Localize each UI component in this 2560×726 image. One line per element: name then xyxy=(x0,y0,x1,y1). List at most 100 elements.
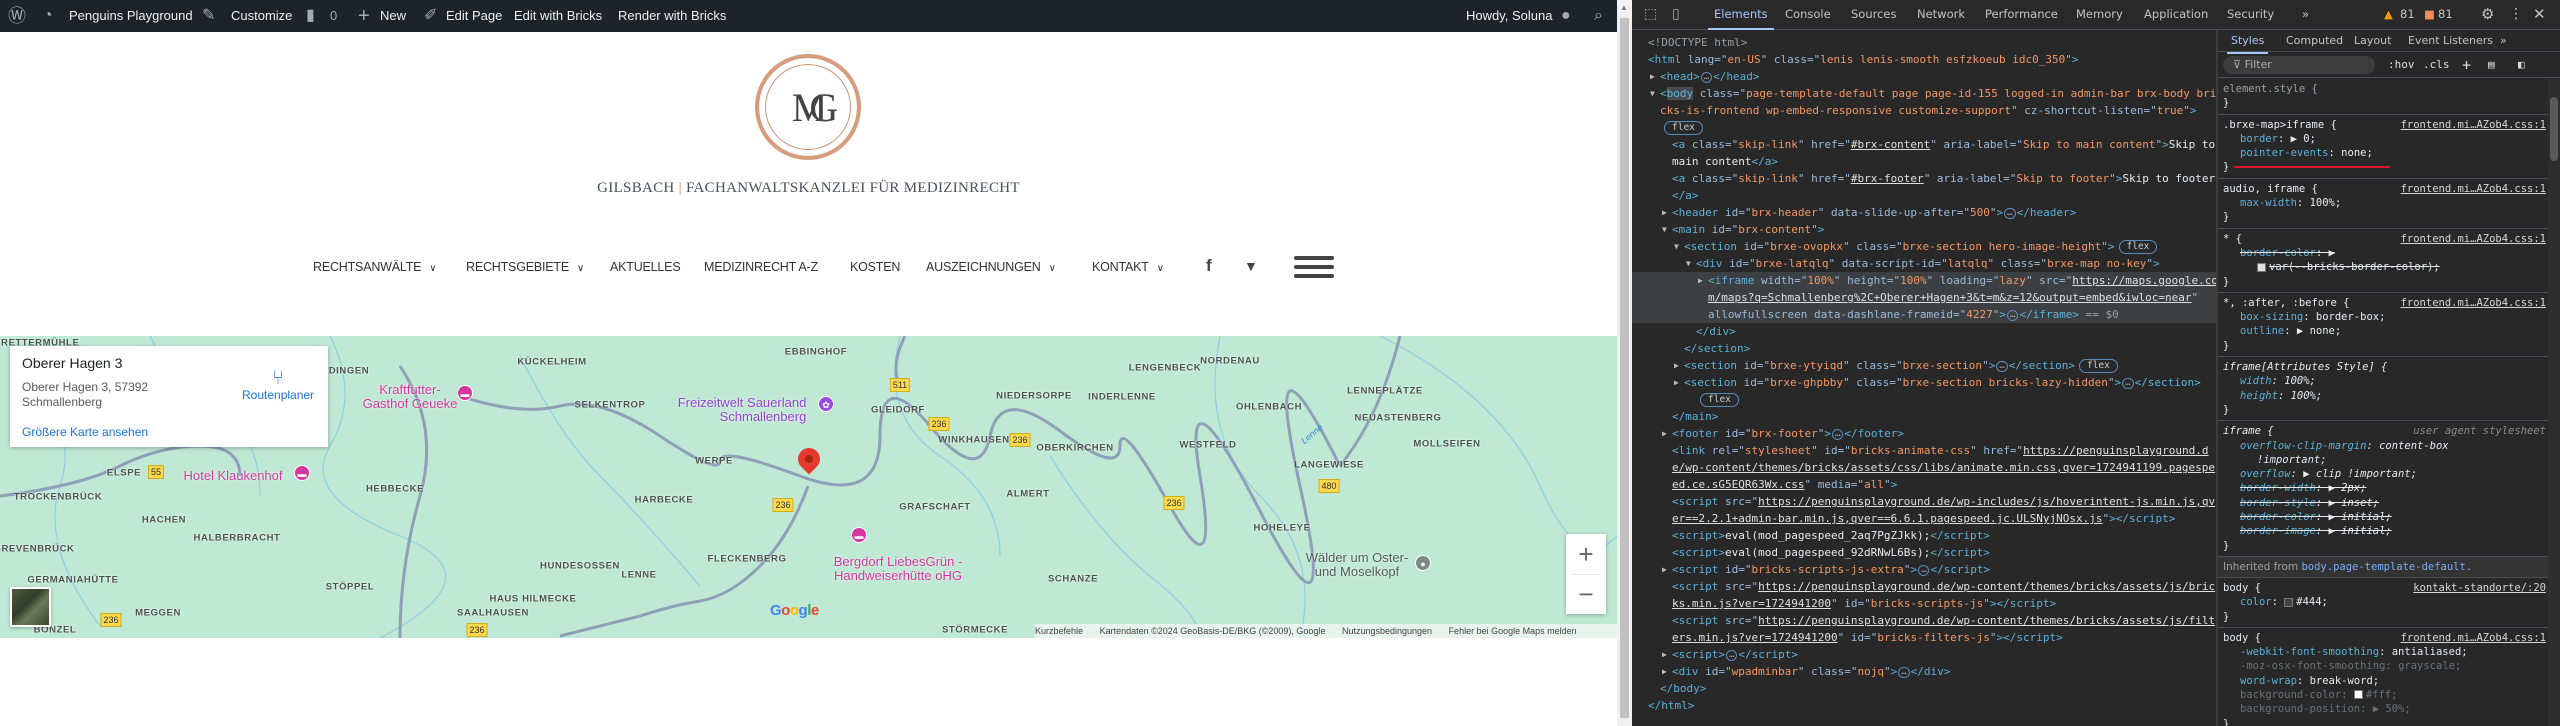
admin-render-with-bricks[interactable]: Render with Bricks xyxy=(618,0,726,32)
rule-source-link[interactable]: frontend.mi…AZob4.css:1 xyxy=(2401,232,2546,246)
dom-node-line[interactable]: allowfullscreen data-dashlane-frameid="4… xyxy=(1632,306,2216,323)
hamburger-menu-button[interactable] xyxy=(1294,256,1334,278)
resource-link[interactable]: ed.ce.sG5EQR63Wx.css xyxy=(1672,478,1804,491)
styles-filter-input[interactable]: ⊽ Filter xyxy=(2223,56,2375,74)
map-poi-label[interactable]: Hotel Klaukenhof xyxy=(183,469,282,483)
tab-sources[interactable]: Sources xyxy=(1851,0,1897,30)
new-style-rule-icon[interactable]: + xyxy=(2462,56,2471,74)
hotel-pin-icon[interactable]: ▬ xyxy=(457,385,473,401)
map-poi-label[interactable]: Bergdorf LiebesGrün - Handweiserhütte oH… xyxy=(834,555,963,583)
dom-node-line[interactable]: ▶ <div id="wpadminbar" class="nojq">… </di… xyxy=(1632,663,2216,680)
css-declaration[interactable]: height: 100%; xyxy=(2223,389,2548,403)
css-value[interactable]: none; xyxy=(2341,147,2373,159)
resource-link[interactable]: https://maps.google.co xyxy=(2072,274,2216,287)
warning-count[interactable]: 81 xyxy=(2400,0,2415,30)
nav-item-rechtsanwaelte[interactable]: RECHTSANWÄLTE ∨ xyxy=(313,260,437,274)
subtab-layout[interactable]: Layout xyxy=(2354,30,2391,52)
css-declaration[interactable]: -webkit-font-smoothing: antialiased; xyxy=(2223,645,2548,659)
rule-selector[interactable]: iframe[Attributes Style] { xyxy=(2223,360,2548,374)
css-value[interactable]: 100%; xyxy=(2291,390,2323,402)
expand-triangle-icon[interactable]: ▶ xyxy=(1674,357,1679,374)
css-value[interactable]: ▶ initial; xyxy=(2329,511,2392,523)
dom-node-line[interactable]: ▼ <section id="brxe-ovopkx" class="brxe-s… xyxy=(1632,238,2216,255)
css-property[interactable]: width xyxy=(2240,375,2272,387)
css-property[interactable]: background-color xyxy=(2240,689,2341,701)
nav-item-rechtsgebiete[interactable]: RECHTSGEBIETE ∨ xyxy=(466,260,584,274)
admin-edit-page[interactable]: Edit Page xyxy=(446,0,502,32)
expand-triangle-icon[interactable]: ▶ xyxy=(1662,204,1667,221)
css-property[interactable]: -moz-osx-font-smoothing xyxy=(2240,660,2385,672)
styles-scrollbar[interactable] xyxy=(2548,79,2560,726)
css-property[interactable]: border xyxy=(2240,133,2278,145)
css-declaration[interactable]: pointer-events: none; xyxy=(2223,146,2548,160)
css-value[interactable]: ▶ xyxy=(2329,247,2335,259)
dom-node-line[interactable]: ers.min.js?ver=1724941200" id="bricks-fi… xyxy=(1632,629,2216,646)
tab-security[interactable]: Security xyxy=(2227,0,2274,30)
css-value[interactable]: #fff; xyxy=(2366,689,2398,701)
resource-link[interactable]: #brx-footer xyxy=(1851,172,1924,185)
css-property[interactable]: border-color xyxy=(2240,247,2316,259)
map-poi-label[interactable]: Wälder um Oster- und Moselkopf xyxy=(1306,551,1409,579)
warning-icon[interactable]: ▲ xyxy=(2384,0,2393,30)
dom-node-line[interactable]: ▼ <main id="brx-content"> xyxy=(1632,221,2216,238)
dom-node-line[interactable]: <html lang="en-US" class="lenis lenis-sm… xyxy=(1632,51,2216,68)
dom-node-line[interactable]: <a class="skip-link" href="#brx-footer" … xyxy=(1632,170,2216,187)
ellipsis-expand-button[interactable]: … xyxy=(1725,649,1738,661)
resource-link[interactable]: er==2.2.1+admin-bar.min.js,qver==6.6.1.p… xyxy=(1672,512,2102,525)
dom-node-line[interactable]: </section> xyxy=(1632,340,2216,357)
css-declaration[interactable]: box-sizing: border-box; xyxy=(2223,310,2548,324)
cls-toggle[interactable]: .cls xyxy=(2423,56,2450,74)
dom-node-line[interactable]: flex xyxy=(1632,119,2216,136)
color-swatch-icon[interactable] xyxy=(2284,597,2294,607)
error-icon[interactable]: ■ xyxy=(2424,0,2435,30)
map-poi-label[interactable]: Freizeitwelt Sauerland Schmallenberg xyxy=(678,396,807,424)
css-property[interactable]: -webkit-font-smoothing xyxy=(2240,646,2379,658)
ellipsis-expand-button[interactable]: … xyxy=(2122,377,2134,389)
hotel-pin-icon[interactable]: ▬ xyxy=(851,527,867,543)
dom-node-line[interactable]: ▶ <script>… </script> xyxy=(1632,646,2216,663)
dom-node-line[interactable]: ▶ <section id="brxe-ytyiqd" class="brxe-s… xyxy=(1632,357,2216,374)
dom-node-line[interactable]: <script src="https://penguinsplayground.… xyxy=(1632,578,2216,595)
css-value[interactable]: #444; xyxy=(2296,596,2328,608)
expand-triangle-icon[interactable]: ▶ xyxy=(1662,663,1667,680)
css-property[interactable]: border-color xyxy=(2240,511,2316,523)
rule-selector[interactable]: element.style { xyxy=(2223,82,2548,96)
settings-gear-icon[interactable]: ⚙ xyxy=(2481,0,2494,30)
css-value[interactable]: border-box; xyxy=(2316,311,2386,323)
css-value[interactable]: ▶ 50%; xyxy=(2373,703,2411,715)
css-value[interactable]: ▶ clip !important; xyxy=(2303,468,2417,480)
expand-triangle-icon[interactable]: ▶ xyxy=(1662,646,1667,663)
ellipsis-expand-button[interactable]: … xyxy=(1831,428,1844,440)
expand-triangle-icon[interactable]: ▶ xyxy=(1662,425,1667,442)
dom-node-line[interactable]: ▶ <section id="brxe-ghpbby" class="brxe-s… xyxy=(1632,374,2216,391)
css-value[interactable]: content-box xyxy=(2379,440,2449,452)
ellipsis-expand-button[interactable]: … xyxy=(2007,309,2019,321)
layout-badge[interactable]: flex xyxy=(1664,121,1703,135)
admin-customize[interactable]: Customize xyxy=(231,0,292,32)
zoom-in-button[interactable]: + xyxy=(1566,534,1606,574)
color-swatch-icon[interactable] xyxy=(2257,262,2266,272)
rule-source-link[interactable]: frontend.mi…AZob4.css:1 xyxy=(2401,182,2546,196)
css-property[interactable]: border-style xyxy=(2240,497,2316,509)
css-declaration[interactable]: overflow-clip-margin: content-box xyxy=(2223,439,2548,453)
facebook-icon[interactable]: f xyxy=(1206,256,1212,276)
dom-node-line[interactable]: ▼ <body class="page-template-default page… xyxy=(1632,85,2216,102)
dom-node-line[interactable]: ed.ce.sG5EQR63Wx.css" media="all"> xyxy=(1632,476,2216,493)
more-tabs-button[interactable]: » xyxy=(2302,0,2309,30)
directions-button[interactable]: ⑂ Routenplaner xyxy=(242,368,314,402)
dom-node-line[interactable]: </main> xyxy=(1632,408,2216,425)
css-value[interactable]: ▶ 0; xyxy=(2291,133,2316,145)
dom-node-line[interactable]: ▶ <head>… </head> xyxy=(1632,68,2216,85)
site-logo[interactable]: M G xyxy=(755,54,861,160)
css-value[interactable]: ▶ initial; xyxy=(2329,525,2392,537)
toggle-sidebar-icon[interactable]: ◧ xyxy=(2518,56,2525,74)
layout-badge[interactable]: flex xyxy=(1700,393,1739,407)
tab-memory[interactable]: Memory xyxy=(2076,0,2123,30)
dom-node-line[interactable]: er==2.2.1+admin-bar.min.js,qver==6.6.1.p… xyxy=(1632,510,2216,527)
resource-link[interactable]: e/wp-content/themes/bricks/assets/css/li… xyxy=(1672,461,2215,474)
hov-toggle[interactable]: :hov xyxy=(2388,56,2415,74)
map-poi-label[interactable]: Kraftfutter- Gasthof Geueke xyxy=(363,383,458,411)
css-declaration[interactable]: !important; xyxy=(2223,453,2548,467)
dom-node-line[interactable]: cks-is-frontend wp-embed-responsive cust… xyxy=(1632,102,2216,119)
css-declaration[interactable]: border: ▶ 0; xyxy=(2223,132,2548,146)
